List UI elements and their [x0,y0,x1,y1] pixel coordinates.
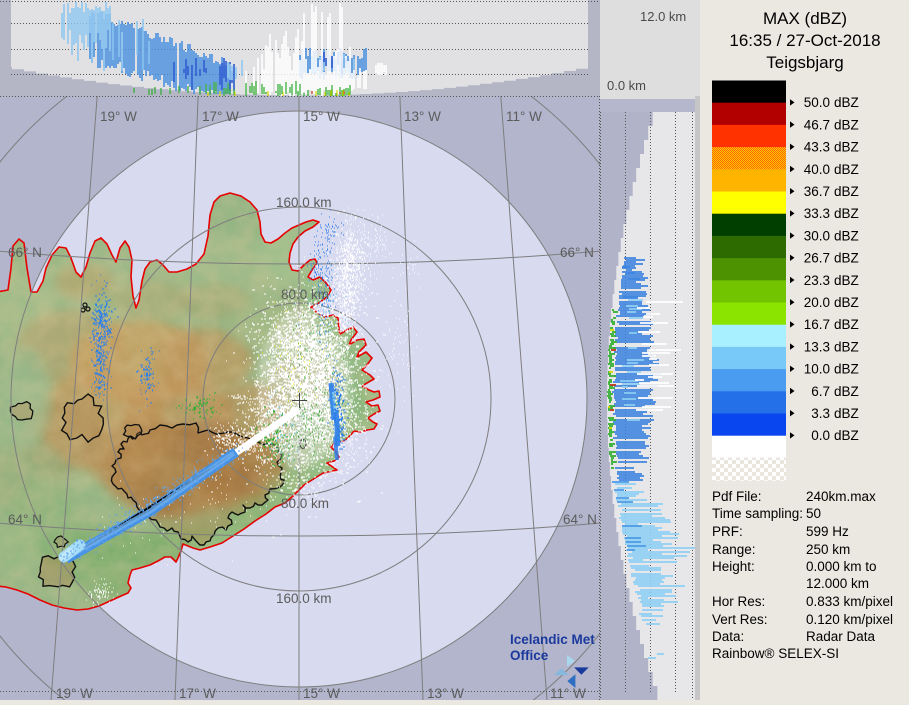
svg-text:dBZ: dBZ [834,117,859,132]
svg-text:66° N: 66° N [8,245,42,260]
svg-text:dBZ: dBZ [834,95,859,110]
svg-text:23.3: 23.3 [804,273,830,288]
svg-text:Vert Res:: Vert Res: [712,612,768,627]
svg-text:dBZ: dBZ [834,140,859,155]
svg-text:16.7: 16.7 [804,317,830,332]
svg-text:17° W: 17° W [179,686,216,700]
svg-text:Height:: Height: [712,559,755,574]
svg-text:Pdf File:: Pdf File: [712,489,762,504]
svg-text:MAX (dBZ): MAX (dBZ) [763,9,847,28]
svg-text:11° W: 11° W [550,686,586,700]
svg-text:26.7: 26.7 [804,251,830,266]
svg-text:17° W: 17° W [202,109,239,124]
svg-text:13° W: 13° W [404,109,441,124]
svg-text:Hor Res:: Hor Res: [712,594,765,609]
svg-text:0.120 km/pixel: 0.120 km/pixel [806,612,893,627]
svg-text:12.000 km: 12.000 km [806,576,869,591]
svg-text:dBZ: dBZ [834,273,859,288]
svg-text:Teigsbjarg: Teigsbjarg [766,53,844,72]
svg-text:16:35 / 27-Oct-2018: 16:35 / 27-Oct-2018 [729,31,880,50]
svg-text:dBZ: dBZ [834,317,859,332]
svg-text:20.0: 20.0 [804,295,830,310]
svg-text:12.0 km: 12.0 km [640,9,686,24]
svg-text:dBZ: dBZ [834,339,859,354]
svg-text:19° W: 19° W [100,109,137,124]
svg-text:19° W: 19° W [56,686,93,700]
svg-text:13° W: 13° W [427,686,464,700]
svg-text:Time sampling:: Time sampling: [712,506,803,521]
svg-text:Icelandic Met: Icelandic Met [510,632,595,647]
svg-text:240km.max: 240km.max [806,489,876,504]
svg-text:599 Hz: 599 Hz [806,524,849,539]
svg-text:dBZ: dBZ [834,406,859,421]
svg-text:50.0: 50.0 [804,95,830,110]
svg-text:Range:: Range: [712,542,756,557]
svg-text:15° W: 15° W [303,686,340,700]
svg-text:dBZ: dBZ [834,162,859,177]
svg-text:PRF:: PRF: [712,524,743,539]
svg-text:64° N: 64° N [563,512,597,527]
svg-text:Rainbow® SELEX-SI: Rainbow® SELEX-SI [712,646,839,661]
svg-text:dBZ: dBZ [834,184,859,199]
svg-text:0.0: 0.0 [811,428,830,443]
svg-text:Radar Data: Radar Data [806,629,876,644]
svg-text:dBZ: dBZ [834,362,859,377]
svg-text:15° W: 15° W [303,109,340,124]
svg-text:Data:: Data: [712,629,744,644]
svg-text:13.3: 13.3 [804,339,830,354]
svg-text:33.3: 33.3 [804,206,830,221]
svg-text:6.7: 6.7 [811,384,830,399]
svg-text:0.833 km/pixel: 0.833 km/pixel [806,594,893,609]
svg-text:dBZ: dBZ [834,295,859,310]
svg-text:80.0 km: 80.0 km [281,496,329,511]
svg-text:50: 50 [806,506,821,521]
svg-text:dBZ: dBZ [834,206,859,221]
svg-text:80.0 km: 80.0 km [281,287,329,302]
svg-text:dBZ: dBZ [834,428,859,443]
svg-text:dBZ: dBZ [834,384,859,399]
svg-text:250 km: 250 km [806,542,850,557]
svg-text:Office: Office [510,648,549,663]
svg-text:46.7: 46.7 [804,117,830,132]
svg-text:0.0 km: 0.0 km [607,78,646,93]
svg-text:30.0: 30.0 [804,228,830,243]
svg-text:43.3: 43.3 [804,140,830,155]
svg-text:160.0 km: 160.0 km [276,591,332,606]
svg-text:dBZ: dBZ [834,228,859,243]
svg-text:11° W: 11° W [506,109,542,124]
svg-text:36.7: 36.7 [804,184,830,199]
svg-text:0.000 km to: 0.000 km to [806,559,877,574]
svg-text:40.0: 40.0 [804,162,830,177]
svg-text:10.0: 10.0 [804,362,830,377]
svg-text:64° N: 64° N [8,512,42,527]
svg-text:66° N: 66° N [560,245,594,260]
svg-text:160.0 km: 160.0 km [276,195,332,210]
svg-text:dBZ: dBZ [834,251,859,266]
svg-text:3.3: 3.3 [811,406,830,421]
